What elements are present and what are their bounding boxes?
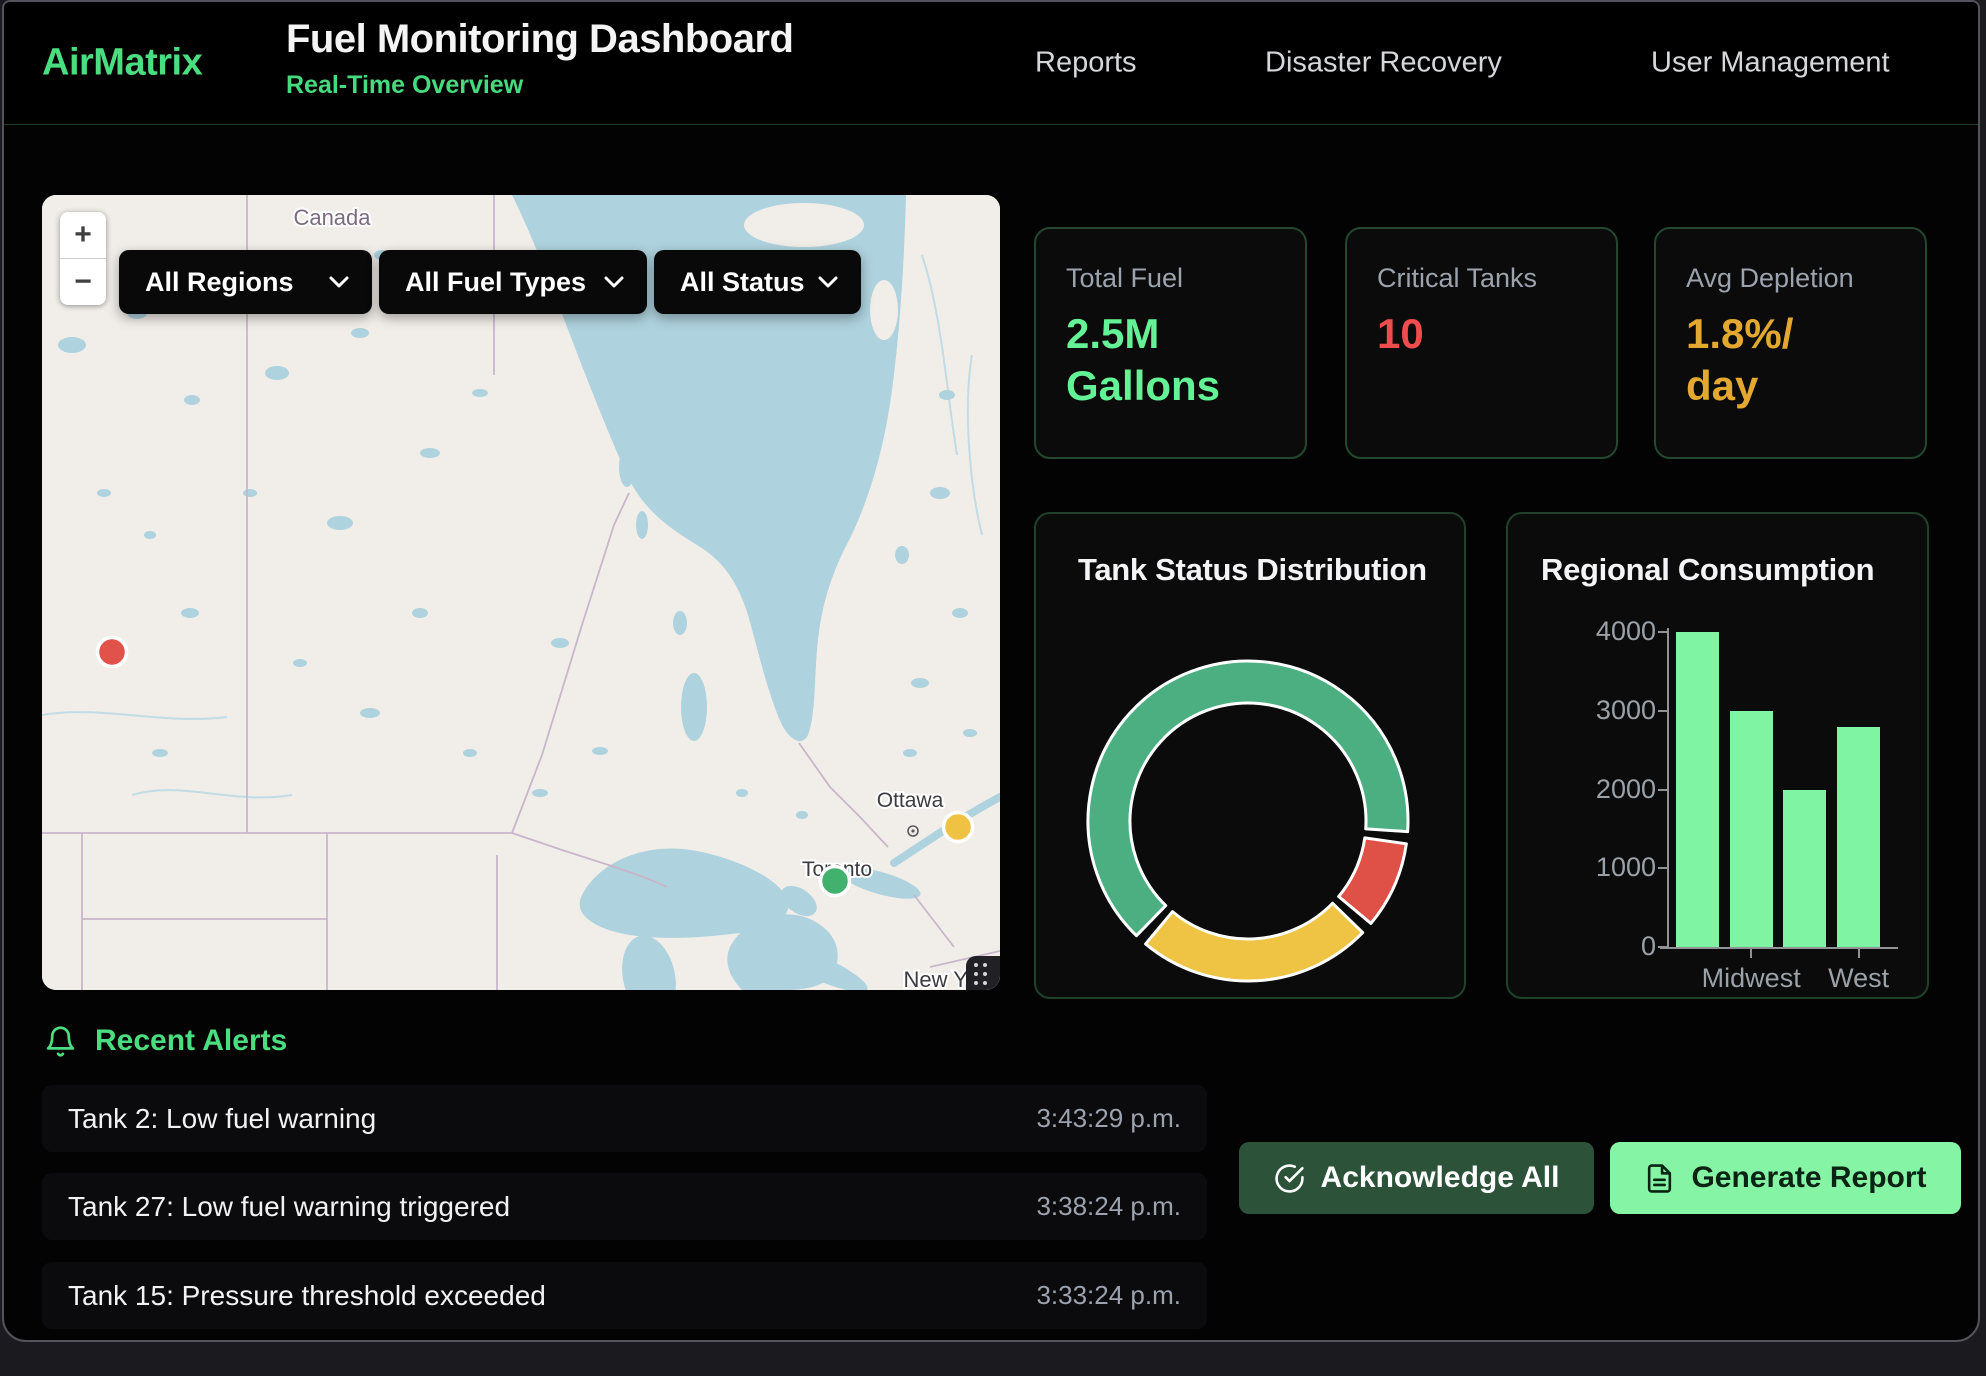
acknowledge-all-button[interactable]: Acknowledge All [1239, 1142, 1594, 1214]
document-icon [1644, 1163, 1675, 1194]
tank-marker-critical[interactable] [98, 638, 127, 667]
alert-message: Tank 15: Pressure threshold exceeded [68, 1280, 546, 1312]
bar-region-3 [1837, 727, 1880, 948]
generate-report-button[interactable]: Generate Report [1610, 1142, 1961, 1214]
x-tick-mark [1750, 949, 1752, 958]
check-circle-icon [1274, 1163, 1305, 1194]
alert-timestamp: 3:43:29 p.m. [1036, 1103, 1181, 1134]
regional-consumption-card: Regional Consumption 01000200030004000Mi… [1506, 512, 1929, 999]
header: AirMatrix Fuel Monitoring Dashboard Real… [4, 2, 1978, 125]
stat-label: Avg Depletion [1686, 263, 1895, 294]
brand-logo: AirMatrix [42, 42, 202, 85]
bar-region-1 [1730, 711, 1773, 947]
map-label-canada: Canada [293, 205, 371, 230]
town-dot-center [911, 829, 914, 832]
map-label-ottawa: Ottawa [877, 789, 944, 812]
fuel-map[interactable]: CanadaOttawaTorontoNew York + − All Regi… [42, 195, 1000, 990]
map-canvas: CanadaOttawaTorontoNew York [42, 195, 1000, 990]
stat-card-total-fuel: Total Fuel 2.5MGallons [1034, 227, 1307, 459]
stat-value: 10 [1377, 308, 1586, 360]
drag-handle[interactable] [966, 956, 1000, 990]
recent-alerts-header: Recent Alerts [44, 1024, 287, 1058]
x-axis-line [1660, 947, 1898, 949]
tank-status-donut-chart [1036, 514, 1466, 999]
stat-value: 2.5MGallons [1066, 308, 1275, 411]
alert-row[interactable]: Tank 2: Low fuel warning 3:43:29 p.m. [42, 1085, 1207, 1152]
page-title: Fuel Monitoring Dashboard [286, 17, 793, 62]
chevron-down-icon [328, 275, 350, 289]
acknowledge-all-label: Acknowledge All [1321, 1161, 1560, 1195]
chevron-down-icon [817, 275, 839, 289]
stat-label: Total Fuel [1066, 263, 1275, 294]
zoom-out-button[interactable]: − [60, 259, 106, 305]
fuel-type-filter-dropdown[interactable]: All Fuel Types [379, 250, 647, 314]
grip-dots-icon [974, 963, 987, 985]
y-axis-line [1667, 628, 1669, 949]
alert-timestamp: 3:33:24 p.m. [1036, 1280, 1181, 1311]
nav-user-management[interactable]: User Management [1651, 47, 1890, 80]
bar-region-0 [1676, 632, 1719, 947]
recent-alerts-title: Recent Alerts [95, 1024, 287, 1058]
y-tick-mark [1658, 631, 1667, 633]
y-tick-label: 3000 [1508, 695, 1656, 726]
y-tick-mark [1658, 867, 1667, 869]
bell-icon [44, 1025, 77, 1058]
y-tick-label: 1000 [1508, 852, 1656, 883]
tank-marker-warning[interactable] [944, 813, 973, 842]
stat-label: Critical Tanks [1377, 263, 1586, 294]
page-title-block: Fuel Monitoring Dashboard Real-Time Over… [286, 17, 793, 100]
y-tick-mark [1658, 946, 1667, 948]
alert-timestamp: 3:38:24 p.m. [1036, 1191, 1181, 1222]
y-tick-label: 4000 [1508, 616, 1656, 647]
alert-row[interactable]: Tank 27: Low fuel warning triggered 3:38… [42, 1173, 1207, 1240]
stat-card-avg-depletion: Avg Depletion 1.8%/day [1654, 227, 1927, 459]
stat-value: 1.8%/day [1686, 308, 1895, 411]
y-tick-mark [1658, 789, 1667, 791]
y-tick-mark [1658, 710, 1667, 712]
alert-message: Tank 27: Low fuel warning triggered [68, 1191, 510, 1223]
page-subtitle: Real-Time Overview [286, 71, 793, 100]
donut-segment-yellow [1146, 903, 1363, 981]
map-zoom-control: + − [60, 212, 106, 305]
alert-row[interactable]: Tank 15: Pressure threshold exceeded 3:3… [42, 1262, 1207, 1329]
y-tick-label: 0 [1508, 931, 1656, 962]
x-tick-mark [1858, 949, 1860, 958]
region-filter-dropdown[interactable]: All Regions [119, 250, 372, 314]
generate-report-label: Generate Report [1691, 1161, 1926, 1195]
bar-region-2 [1783, 790, 1826, 948]
chevron-down-icon [603, 275, 625, 289]
x-tick-label: West [1769, 963, 1929, 994]
app-window: AirMatrix Fuel Monitoring Dashboard Real… [2, 0, 1980, 1342]
status-filter-value: All Status [680, 267, 805, 298]
tank-marker-normal[interactable] [821, 867, 850, 896]
stat-card-critical-tanks: Critical Tanks 10 [1345, 227, 1618, 459]
regional-consumption-bar-chart: 01000200030004000MidwestWest [1508, 514, 1927, 997]
region-filter-value: All Regions [145, 267, 294, 298]
status-filter-dropdown[interactable]: All Status [654, 250, 861, 314]
map-filters: All Regions All Fuel Types All Status [119, 250, 861, 314]
y-tick-label: 2000 [1508, 774, 1656, 805]
tank-status-distribution-card: Tank Status Distribution [1034, 512, 1466, 999]
donut-segment-red [1339, 838, 1407, 924]
fuel-type-filter-value: All Fuel Types [405, 267, 586, 298]
nav-disaster-recovery[interactable]: Disaster Recovery [1265, 47, 1502, 80]
alert-message: Tank 2: Low fuel warning [68, 1103, 376, 1135]
nav-reports[interactable]: Reports [1035, 47, 1137, 80]
zoom-in-button[interactable]: + [60, 212, 106, 259]
